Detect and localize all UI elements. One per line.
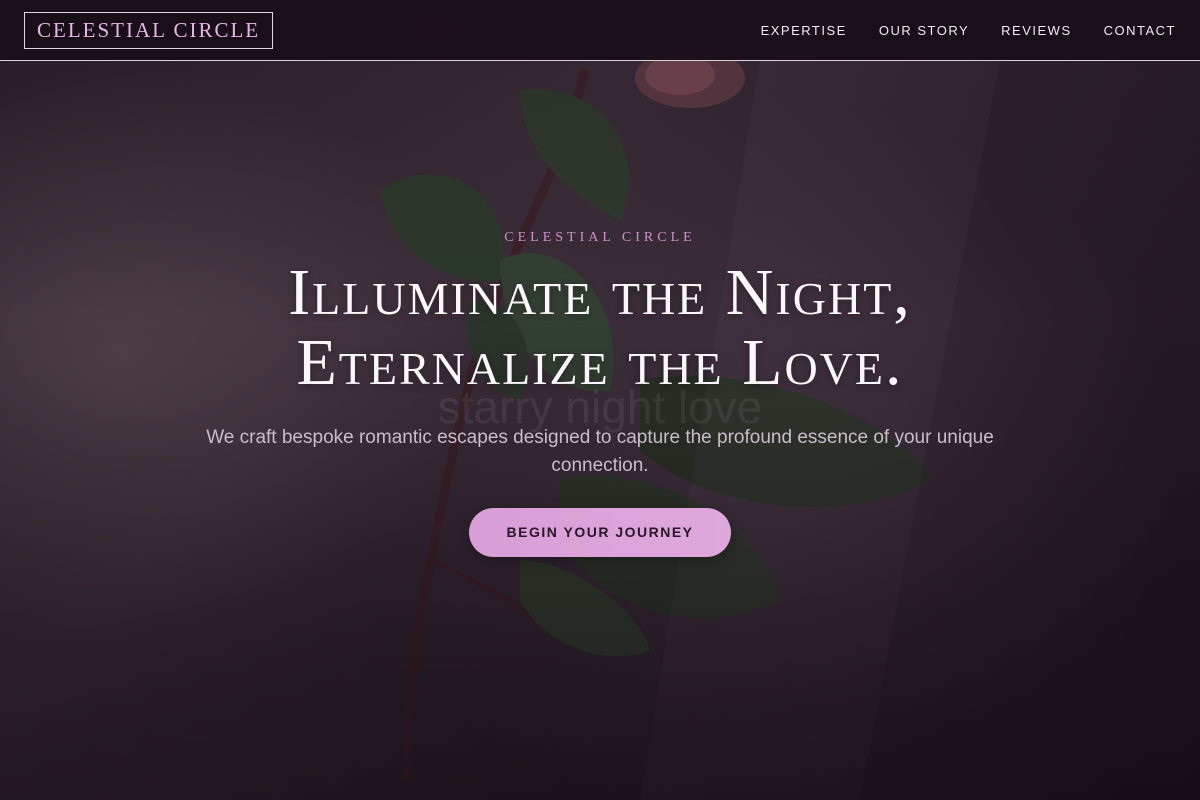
hero-headline-line2: Eternalize the Love. bbox=[296, 326, 904, 399]
nav-link-our-story[interactable]: OUR STORY bbox=[879, 23, 969, 38]
nav-link-reviews[interactable]: REVIEWS bbox=[1001, 23, 1071, 38]
hero-subtext: We craft bespoke romantic escapes design… bbox=[206, 427, 994, 476]
nav-link-expertise[interactable]: EXPERTISE bbox=[761, 23, 847, 38]
hero-section: CELESTIAL CIRCLE Illuminate the Night, E… bbox=[0, 230, 1200, 557]
hero-eyebrow: CELESTIAL CIRCLE bbox=[504, 230, 696, 245]
hero-headline-line1: Illuminate the Night, bbox=[288, 256, 912, 329]
nav-link-contact[interactable]: CONTACT bbox=[1104, 23, 1176, 38]
hero-headline: Illuminate the Night, Eternalize the Lov… bbox=[0, 258, 1200, 398]
top-navbar: CELESTIAL CIRCLE EXPERTISE OUR STORY REV… bbox=[0, 0, 1200, 61]
main-nav: EXPERTISE OUR STORY REVIEWS CONTACT bbox=[761, 23, 1176, 38]
brand-logo[interactable]: CELESTIAL CIRCLE bbox=[24, 11, 274, 49]
begin-journey-button[interactable]: BEGIN YOUR JOURNEY bbox=[469, 508, 731, 557]
